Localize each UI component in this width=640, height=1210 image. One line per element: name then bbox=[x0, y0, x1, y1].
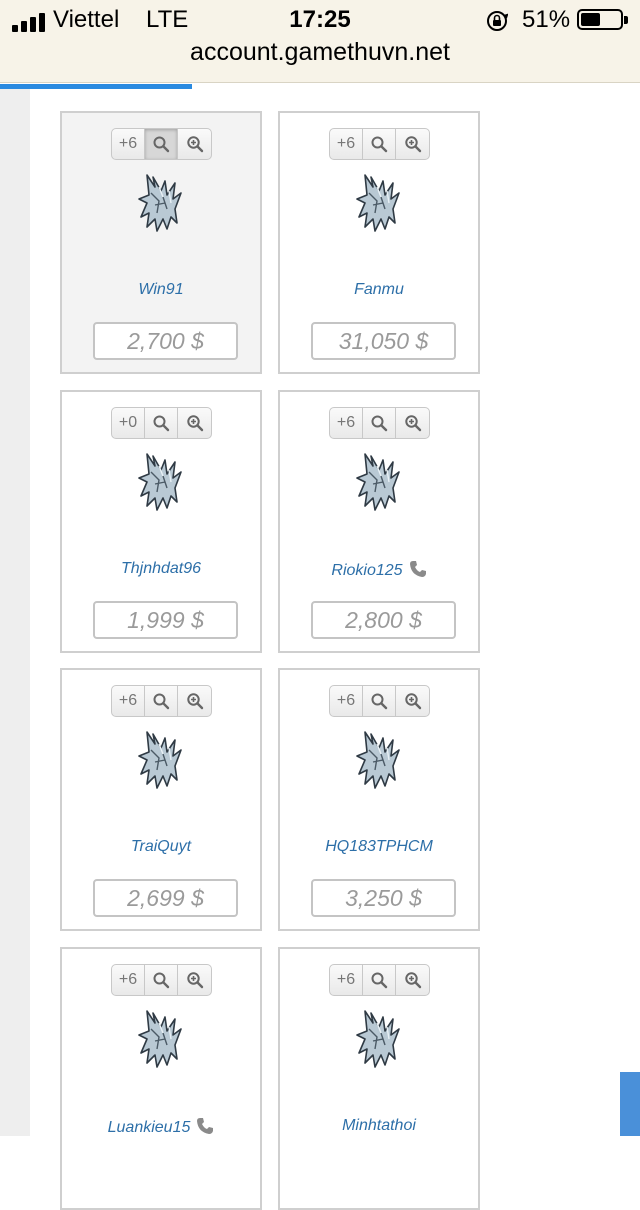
zoom-in-button[interactable] bbox=[178, 408, 211, 438]
search-icon bbox=[153, 972, 170, 989]
price-box[interactable]: 31,050 $ bbox=[311, 322, 456, 360]
price-box[interactable]: 2,699 $ bbox=[93, 879, 238, 917]
zoom-in-icon bbox=[404, 693, 421, 710]
seller-name[interactable]: Minhtathoi bbox=[342, 1117, 416, 1134]
card-action-group: +6 bbox=[329, 685, 430, 717]
zoom-in-icon bbox=[186, 972, 203, 989]
card-action-group: +6 bbox=[329, 407, 430, 439]
product-card[interactable]: +6 Luankieu15 bbox=[60, 947, 262, 1210]
enhance-level-button[interactable]: +6 bbox=[112, 965, 145, 995]
product-card[interactable]: +6 Fanmu 31,050 $ bbox=[278, 111, 480, 374]
price-box[interactable]: 2,700 $ bbox=[93, 322, 238, 360]
enhance-level-button[interactable]: +6 bbox=[330, 129, 363, 159]
battery-percent: 51% bbox=[522, 6, 571, 33]
card-action-group: +6 bbox=[329, 964, 430, 996]
seller-link[interactable]: Thjnhdat96 bbox=[62, 560, 260, 578]
winged-item-icon bbox=[356, 1010, 400, 1068]
search-icon bbox=[153, 136, 170, 153]
enhance-level-button[interactable]: +6 bbox=[112, 686, 145, 716]
product-card[interactable]: +6 HQ183TPHCM 3,250 $ bbox=[278, 668, 480, 931]
search-icon bbox=[371, 136, 388, 153]
seller-link[interactable]: Minhtathoi bbox=[280, 1117, 478, 1135]
zoom-in-button[interactable] bbox=[178, 965, 211, 995]
address-bar[interactable]: account.gamethuvn.net bbox=[0, 38, 640, 67]
card-action-group: +6 bbox=[111, 685, 212, 717]
card-action-group: +6 bbox=[111, 964, 212, 996]
seller-name[interactable]: Thjnhdat96 bbox=[121, 560, 201, 577]
rotation-lock-icon bbox=[487, 11, 508, 31]
zoom-in-button[interactable] bbox=[178, 686, 211, 716]
price-box[interactable]: 2,800 $ bbox=[311, 601, 456, 639]
card-action-group: +6 bbox=[329, 128, 430, 160]
zoom-in-button[interactable] bbox=[396, 129, 429, 159]
search-button[interactable] bbox=[145, 686, 178, 716]
zoom-in-button[interactable] bbox=[396, 965, 429, 995]
search-icon bbox=[371, 972, 388, 989]
seller-link[interactable]: Win91 bbox=[62, 281, 260, 299]
winged-item-icon bbox=[356, 731, 400, 789]
zoom-in-button[interactable] bbox=[178, 129, 211, 159]
search-icon bbox=[153, 693, 170, 710]
product-card[interactable]: +6 Win91 2,700 $ bbox=[60, 111, 262, 374]
product-card[interactable]: +0 Thjnhdat96 1,999 $ bbox=[60, 390, 262, 653]
search-button[interactable] bbox=[145, 408, 178, 438]
zoom-in-button[interactable] bbox=[396, 686, 429, 716]
search-button[interactable] bbox=[145, 129, 178, 159]
seller-name[interactable]: Luankieu15 bbox=[108, 1119, 191, 1136]
zoom-in-button[interactable] bbox=[396, 408, 429, 438]
seller-link[interactable]: HQ183TPHCM bbox=[280, 838, 478, 856]
seller-name[interactable]: Riokio125 bbox=[331, 562, 402, 579]
enhance-level-button[interactable]: +0 bbox=[112, 408, 145, 438]
card-action-group: +6 bbox=[111, 128, 212, 160]
seller-link[interactable]: Riokio125 bbox=[280, 560, 478, 580]
price-box[interactable]: 1,999 $ bbox=[93, 601, 238, 639]
seller-link[interactable]: Fanmu bbox=[280, 281, 478, 299]
zoom-in-icon bbox=[404, 136, 421, 153]
seller-name[interactable]: HQ183TPHCM bbox=[325, 838, 433, 855]
enhance-level-button[interactable]: +6 bbox=[112, 129, 145, 159]
winged-item-icon bbox=[138, 1010, 182, 1068]
search-button[interactable] bbox=[363, 686, 396, 716]
winged-item-icon bbox=[356, 174, 400, 232]
phone-icon bbox=[409, 561, 426, 577]
search-button[interactable] bbox=[363, 408, 396, 438]
seller-name[interactable]: TraiQuyt bbox=[131, 838, 191, 855]
enhance-level-button[interactable]: +6 bbox=[330, 965, 363, 995]
battery-icon bbox=[577, 9, 628, 30]
seller-link[interactable]: Luankieu15 bbox=[62, 1117, 260, 1137]
seller-link[interactable]: TraiQuyt bbox=[62, 838, 260, 856]
side-tab-button[interactable] bbox=[620, 1072, 640, 1136]
search-icon bbox=[371, 415, 388, 432]
phone-icon bbox=[197, 1118, 214, 1134]
ios-top-bar: Viettel LTE 17:25 51% account.gamethuvn.… bbox=[0, 0, 640, 83]
winged-item-icon bbox=[138, 731, 182, 789]
price-box[interactable]: 3,250 $ bbox=[311, 879, 456, 917]
search-icon bbox=[153, 415, 170, 432]
enhance-level-button[interactable]: +6 bbox=[330, 686, 363, 716]
card-action-group: +0 bbox=[111, 407, 212, 439]
enhance-level-button[interactable]: +6 bbox=[330, 408, 363, 438]
search-button[interactable] bbox=[363, 129, 396, 159]
zoom-in-icon bbox=[404, 415, 421, 432]
winged-item-icon bbox=[138, 174, 182, 232]
zoom-in-icon bbox=[186, 693, 203, 710]
product-card[interactable]: +6 Riokio125 2,800 $ bbox=[278, 390, 480, 653]
winged-item-icon bbox=[138, 453, 182, 511]
seller-name[interactable]: Win91 bbox=[138, 281, 183, 298]
search-button[interactable] bbox=[145, 965, 178, 995]
product-card[interactable]: +6 Minhtathoi bbox=[278, 947, 480, 1210]
search-icon bbox=[371, 693, 388, 710]
search-button[interactable] bbox=[363, 965, 396, 995]
status-bar: Viettel LTE 17:25 51% bbox=[0, 6, 640, 36]
zoom-in-icon bbox=[186, 415, 203, 432]
zoom-in-icon bbox=[186, 136, 203, 153]
seller-name[interactable]: Fanmu bbox=[354, 281, 404, 298]
product-card[interactable]: +6 TraiQuyt 2,699 $ bbox=[60, 668, 262, 931]
winged-item-icon bbox=[356, 453, 400, 511]
zoom-in-icon bbox=[404, 972, 421, 989]
left-gutter bbox=[0, 89, 30, 1136]
